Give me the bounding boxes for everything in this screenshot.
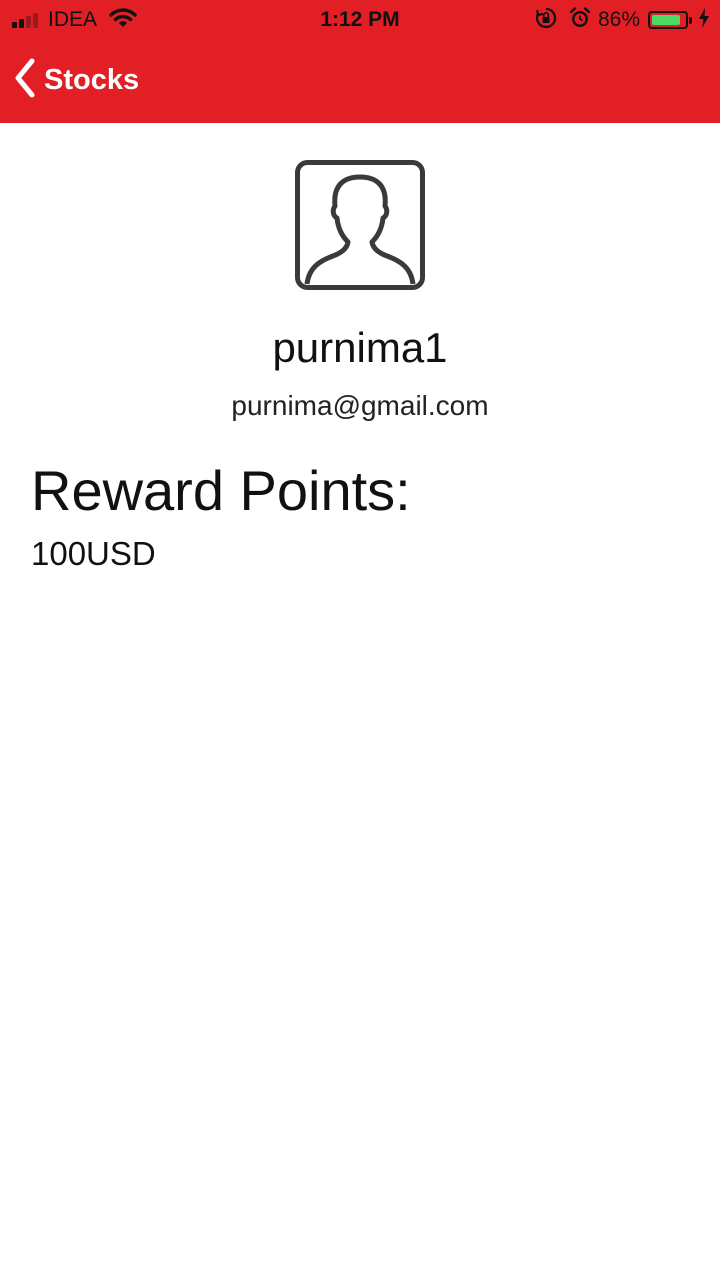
- status-right: 86%: [534, 6, 710, 34]
- reward-points-heading: Reward Points:: [31, 459, 411, 522]
- profile-username: purnima1: [272, 324, 448, 371]
- battery-level-fill: [652, 15, 680, 25]
- alarm-icon: [568, 6, 592, 35]
- rotation-lock-icon: [534, 6, 558, 35]
- profile-email: purnima@gmail.com: [231, 390, 489, 421]
- status-bar: IDEA 1:12 PM 86%: [0, 0, 720, 40]
- back-button-label: Stocks: [44, 63, 140, 96]
- navigation-bar: Stocks: [0, 40, 720, 123]
- charging-bolt-icon: [698, 7, 710, 33]
- battery-cap: [689, 16, 692, 24]
- reward-points-value: 100USD: [31, 535, 156, 572]
- back-button[interactable]: Stocks: [14, 58, 139, 102]
- chevron-left-icon: [14, 58, 36, 103]
- user-avatar-icon: [295, 160, 425, 290]
- battery-percent: 86%: [597, 8, 640, 31]
- battery-icon: [648, 11, 688, 29]
